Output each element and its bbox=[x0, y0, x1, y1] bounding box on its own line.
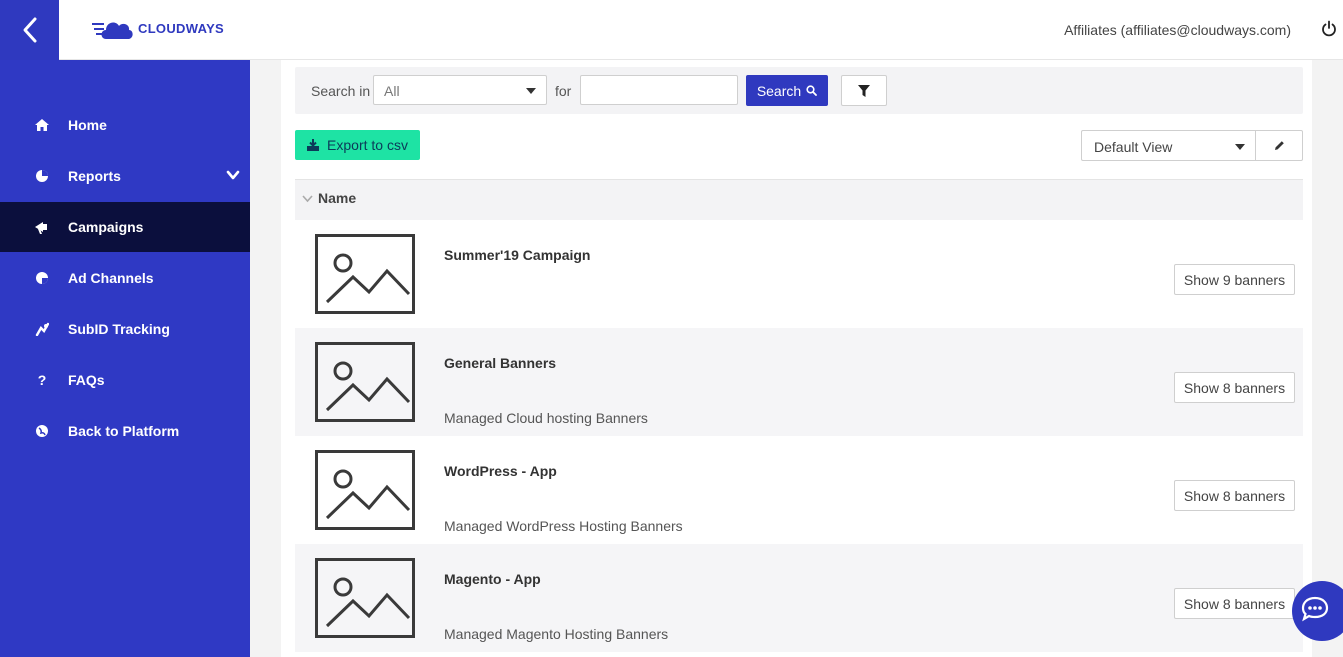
top-bar: CLOUDWAYS Affiliates (affiliates@cloudwa… bbox=[0, 0, 1343, 60]
chat-button[interactable] bbox=[1292, 581, 1343, 641]
home-icon bbox=[34, 117, 50, 133]
campaign-description: Managed WordPress Hosting Banners bbox=[444, 518, 683, 534]
sidebar-item-label: Back to Platform bbox=[68, 423, 180, 439]
sidebar-item-label: SubID Tracking bbox=[68, 321, 170, 337]
sidebar-item-label: Ad Channels bbox=[68, 270, 154, 286]
view-select[interactable]: Default View bbox=[1081, 130, 1255, 161]
user-account[interactable]: Affiliates (affiliates@cloudways.com) bbox=[1064, 22, 1291, 38]
table-header: Name bbox=[295, 179, 1303, 220]
table-row: General Banners Managed Cloud hosting Ba… bbox=[295, 328, 1303, 436]
question-icon: ? bbox=[37, 372, 47, 388]
sidebar-item-campaigns[interactable]: Campaigns bbox=[0, 202, 250, 252]
campaign-title: WordPress - App bbox=[444, 463, 557, 479]
main-area: Search in All for Search Export to csv D… bbox=[250, 60, 1343, 657]
sidebar-item-home[interactable]: Home bbox=[0, 100, 250, 150]
power-icon[interactable] bbox=[1321, 20, 1337, 38]
campaign-description: Managed Cloud hosting Banners bbox=[444, 410, 648, 426]
chat-icon bbox=[1301, 596, 1329, 622]
sidebar-item-label: Campaigns bbox=[68, 219, 144, 235]
chevron-down-icon[interactable] bbox=[302, 195, 313, 203]
sidebar-item-label: FAQs bbox=[68, 372, 105, 388]
image-placeholder-icon bbox=[315, 450, 415, 530]
image-placeholder-icon bbox=[315, 234, 415, 314]
campaign-title: Magento - App bbox=[444, 571, 541, 587]
for-label: for bbox=[555, 83, 572, 99]
campaigns-panel: Search in All for Search Export to csv D… bbox=[281, 60, 1312, 657]
table-row: WordPress - App Managed WordPress Hostin… bbox=[295, 436, 1303, 544]
chevron-left-icon bbox=[23, 17, 36, 43]
search-input[interactable] bbox=[580, 75, 738, 105]
image-placeholder-icon bbox=[315, 558, 415, 638]
campaign-title: General Banners bbox=[444, 355, 557, 371]
globe-icon bbox=[34, 423, 50, 439]
download-icon bbox=[307, 139, 320, 151]
table-row: Magento - App Managed Magento Hosting Ba… bbox=[295, 544, 1303, 652]
sidebar-item-back-to-platform[interactable]: Back to Platform bbox=[0, 406, 250, 456]
logo-text: CLOUDWAYS bbox=[138, 20, 225, 36]
search-button-label: Search bbox=[756, 82, 802, 99]
view-select-value: Default View bbox=[1094, 139, 1173, 155]
search-button[interactable]: Search bbox=[746, 75, 828, 106]
edit-view-button[interactable] bbox=[1255, 130, 1303, 161]
filter-button[interactable] bbox=[841, 75, 887, 106]
chevron-down-icon[interactable] bbox=[226, 168, 240, 182]
sidebar-item-label: Reports bbox=[68, 168, 121, 184]
show-banners-button[interactable]: Show 9 banners bbox=[1174, 264, 1295, 295]
search-icon bbox=[806, 85, 818, 96]
column-header-name[interactable]: Name bbox=[318, 190, 356, 206]
show-banners-button[interactable]: Show 8 banners bbox=[1174, 480, 1295, 511]
export-label: Export to csv bbox=[327, 137, 408, 153]
campaign-description: Managed Magento Hosting Banners bbox=[444, 626, 669, 642]
filter-icon bbox=[858, 84, 870, 97]
caret-down-icon bbox=[1235, 144, 1245, 150]
logo[interactable]: CLOUDWAYS bbox=[92, 14, 224, 42]
search-scope-select[interactable]: All bbox=[373, 75, 547, 105]
tracking-icon bbox=[34, 321, 50, 337]
sidebar-item-faqs[interactable]: ? FAQs bbox=[0, 355, 250, 405]
search-bar: Search in All for Search bbox=[295, 67, 1303, 114]
pencil-icon bbox=[1274, 141, 1284, 150]
show-banners-button[interactable]: Show 8 banners bbox=[1174, 588, 1295, 619]
export-csv-button[interactable]: Export to csv bbox=[295, 130, 420, 160]
image-placeholder-icon bbox=[315, 342, 415, 422]
pie-chart-icon bbox=[34, 270, 50, 286]
caret-down-icon bbox=[526, 88, 536, 94]
sidebar-item-reports[interactable]: Reports bbox=[0, 151, 250, 201]
search-scope-value: All bbox=[384, 83, 400, 99]
campaign-title: Summer'19 Campaign bbox=[444, 247, 591, 263]
sidebar-item-ad-channels[interactable]: Ad Channels bbox=[0, 253, 250, 303]
table-row: Summer'19 Campaign Show 9 banners bbox=[295, 220, 1303, 328]
sidebar: Home Reports Campaigns Ad Channels SubID… bbox=[0, 60, 250, 657]
sidebar-item-subid-tracking[interactable]: SubID Tracking bbox=[0, 304, 250, 354]
back-button[interactable] bbox=[0, 0, 59, 60]
show-banners-button[interactable]: Show 8 banners bbox=[1174, 372, 1295, 403]
search-in-label: Search in bbox=[311, 83, 371, 99]
cloud-logo-icon bbox=[92, 22, 133, 39]
campaign-icon bbox=[34, 219, 50, 235]
pie-chart-icon bbox=[34, 168, 50, 184]
sidebar-item-label: Home bbox=[68, 117, 107, 133]
